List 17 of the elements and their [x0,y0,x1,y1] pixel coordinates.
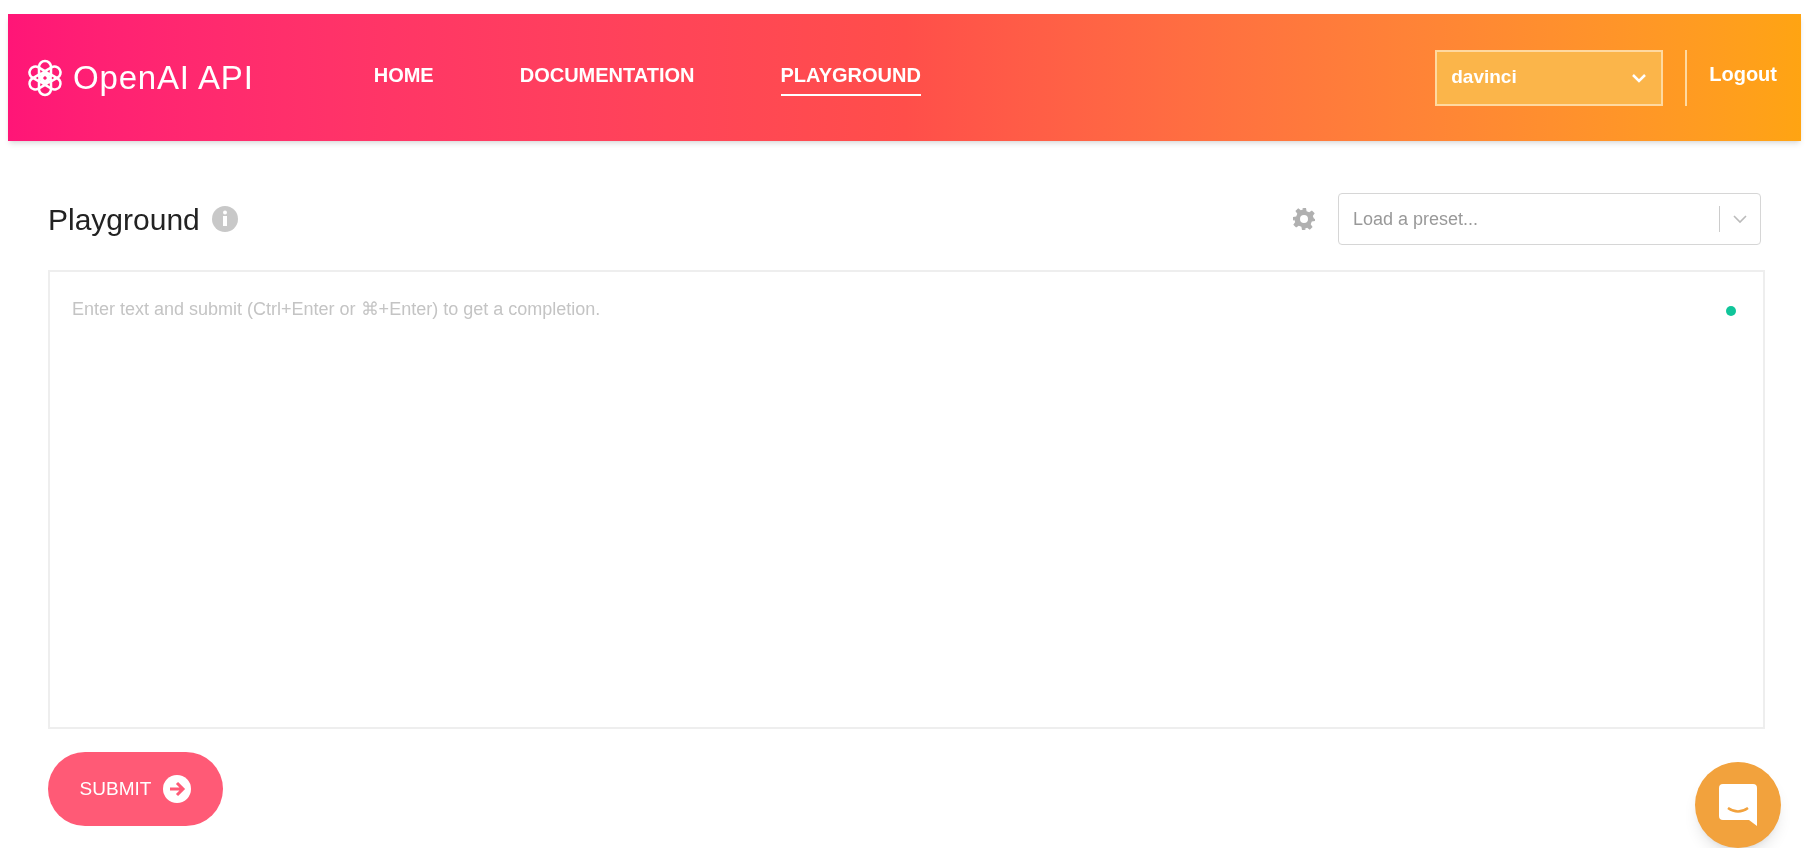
arrow-right-icon [163,775,192,803]
nav-link[interactable]: DOCUMENTATION [519,59,695,96]
submit-button[interactable]: SUBMIT [48,752,223,826]
model-select[interactable]: davinci [1435,49,1664,106]
preset-select[interactable]: Load a preset... [1338,193,1761,245]
chat-icon [1719,784,1757,826]
page-title: Playground [48,201,200,238]
info-icon [211,206,238,232]
brand-name: OpenAI API [73,57,254,98]
prompt-field[interactable]: Enter text and submit (Ctrl+Enter or ⌘+Enter) to get a completion. [48,270,1765,729]
logo-icon [25,57,65,98]
nav-link[interactable]: HOME [373,59,434,96]
chevron-down-icon [1631,72,1648,83]
settings-icon[interactable] [1292,207,1316,231]
logout-link[interactable]: Logout [1709,58,1777,89]
chevron-down-icon [1732,214,1748,224]
nav-link[interactable]: PLAYGROUND [780,59,921,96]
